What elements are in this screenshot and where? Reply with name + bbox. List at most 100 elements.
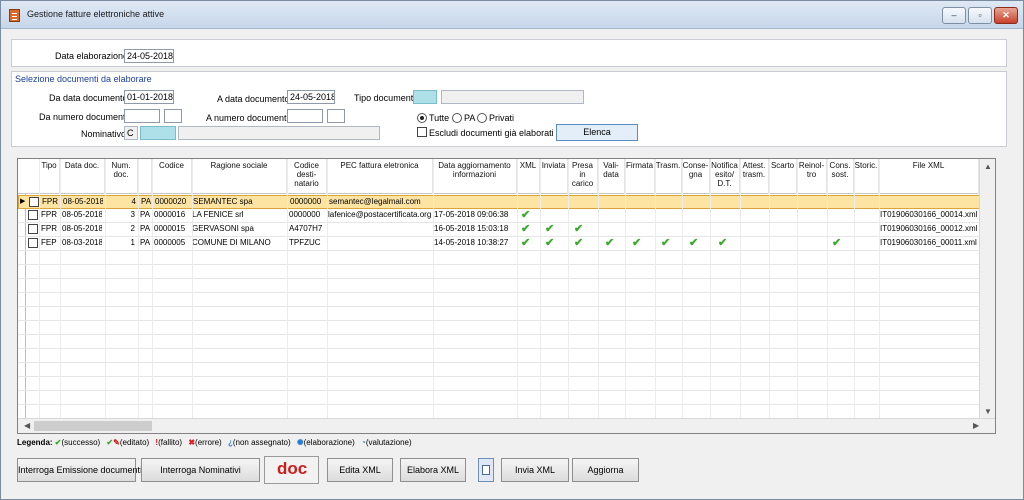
a-numero-suffix-field[interactable] — [327, 109, 345, 123]
aggiorna-button[interactable]: Aggiorna — [572, 458, 639, 482]
scroll-right-icon[interactable]: ▶ — [973, 421, 979, 430]
column-divider — [192, 159, 193, 419]
col-xml[interactable]: XML — [517, 159, 540, 194]
table-row[interactable] — [18, 377, 980, 391]
minimize-button[interactable]: – — [942, 7, 966, 24]
a-numero-field[interactable] — [287, 109, 323, 123]
col-codice[interactable]: Codice — [152, 159, 192, 194]
table-row[interactable] — [18, 405, 980, 419]
elabora-xml-button[interactable]: Elabora XML — [400, 458, 466, 482]
refresh-file-button[interactable] — [478, 458, 494, 482]
col-file-xml[interactable]: File XML — [879, 159, 979, 194]
col-num-doc[interactable]: Num. doc. — [105, 159, 138, 194]
legend-editato: (editato) — [119, 438, 150, 447]
da-data-field[interactable]: 01-01-2018 — [124, 90, 174, 104]
table-row[interactable] — [18, 307, 980, 321]
col-data-doc[interactable]: Data doc. — [60, 159, 105, 194]
table-row[interactable] — [18, 321, 980, 335]
cell-ragione-sociale: GERVASONI spa — [192, 224, 254, 233]
scroll-up-icon[interactable]: ▲ — [984, 162, 992, 171]
table-row[interactable]: FEP 08-03-2018 1 PA 0000005 COMUNE DI MILANO T… — [18, 237, 980, 251]
column-divider — [710, 159, 711, 419]
table-row[interactable]: FPR 08-05-2018 3 PA 0000016 LA FENICE srl 0000… — [18, 209, 980, 223]
table-row[interactable] — [18, 363, 980, 377]
radio-pa[interactable] — [452, 113, 462, 123]
column-divider — [598, 159, 599, 419]
interroga-emissione-button[interactable]: Interroga Emissione documenti — [17, 458, 142, 482]
close-button[interactable]: ✕ — [994, 7, 1018, 24]
col-notifica[interactable]: Notifica esito/ D.T. — [710, 159, 740, 194]
col-firmata[interactable]: Firmata — [625, 159, 655, 194]
scroll-left-icon[interactable]: ◀ — [24, 421, 30, 430]
col-trasm[interactable]: Trasm. — [655, 159, 682, 194]
tipo-documento-desc-field — [441, 90, 584, 104]
cell-ragione-sociale: COMUNE DI MILANO — [192, 238, 271, 247]
legend-valutazione: (valutazione) — [365, 438, 412, 447]
col-consegna[interactable]: Conse- gna — [682, 159, 710, 194]
scroll-down-icon[interactable]: ▼ — [984, 407, 992, 416]
horizontal-scrollbar[interactable]: ◀ ▶ — [18, 418, 995, 433]
scroll-thumb[interactable] — [34, 421, 152, 431]
row-select-checkbox[interactable] — [28, 224, 38, 234]
col-storic[interactable]: Storic. — [854, 159, 879, 194]
table-row[interactable]: FPR 08-05-2018 2 PA 0000015 GERVASONI spa A470… — [18, 223, 980, 237]
column-divider — [327, 159, 328, 419]
invia-xml-button[interactable]: Invia XML — [501, 458, 569, 482]
nominativo-code-field[interactable] — [140, 126, 176, 140]
elenca-button[interactable]: Elenca — [556, 124, 638, 141]
cell-num-doc: 2 — [130, 224, 135, 233]
escludi-checkbox[interactable] — [417, 127, 427, 137]
col-pa[interactable] — [138, 159, 152, 194]
window-title: Gestione fatture elettroniche attive — [27, 9, 165, 19]
maximize-button[interactable]: ▫ — [968, 7, 992, 24]
row-select-checkbox[interactable] — [28, 210, 38, 220]
da-data-label: Da data documento: — [49, 93, 131, 103]
success-icon: ✔ — [54, 438, 62, 447]
da-numero-field[interactable] — [124, 109, 160, 123]
col-tipo[interactable]: Tipo — [39, 159, 60, 194]
row-select-checkbox[interactable] — [29, 197, 39, 207]
table-row[interactable] — [18, 391, 980, 405]
cell-tipo: FPR — [42, 197, 58, 206]
column-divider — [517, 159, 518, 419]
col-scarto[interactable]: Scarto — [769, 159, 797, 194]
col-data-aggiornamento[interactable]: Data aggiornamento informazioni — [433, 159, 517, 194]
nominativo-label: Nominativo: — [81, 129, 129, 139]
col-presa-in-carico[interactable]: Presa in carico — [568, 159, 598, 194]
table-row[interactable]: ▶ FPR 08-05-2018 4 PA 0000020 SEMANTEC spa 0000… — [18, 195, 980, 209]
a-data-field[interactable]: 24-05-2018 — [287, 90, 335, 104]
col-cons-sost[interactable]: Cons. sost. — [827, 159, 854, 194]
tipo-documento-code-field[interactable] — [413, 90, 437, 104]
edita-xml-button[interactable]: Edita XML — [327, 458, 393, 482]
col-reinoltro[interactable]: Reinol- tro — [797, 159, 827, 194]
radio-tutte[interactable] — [417, 113, 427, 123]
success-check-icon: ✔ — [521, 223, 531, 235]
col-attest-trasm[interactable]: Attest. trasm. — [740, 159, 769, 194]
col-pec[interactable]: PEC fattura eletronica — [327, 159, 433, 194]
col-inviata[interactable]: Inviata — [540, 159, 568, 194]
title-bar: Gestione fatture elettroniche attive – ▫… — [1, 1, 1023, 29]
vertical-scrollbar[interactable]: ▲ ▼ — [979, 159, 995, 419]
table-row[interactable] — [18, 293, 980, 307]
da-numero-suffix-field[interactable] — [164, 109, 182, 123]
table-row[interactable] — [18, 349, 980, 363]
cell-file-xml: IT01906030166_00012.xml — [880, 224, 978, 233]
col-codice-destinatario[interactable]: Codice desti- natario — [287, 159, 327, 194]
interroga-nominativi-button[interactable]: Interroga Nominativi — [141, 458, 260, 482]
col-ragione-sociale[interactable]: Ragione sociale — [192, 159, 287, 194]
row-select-checkbox[interactable] — [28, 238, 38, 248]
column-divider — [433, 159, 434, 419]
column-divider — [655, 159, 656, 419]
radio-privati[interactable] — [477, 113, 487, 123]
table-row[interactable] — [18, 265, 980, 279]
cell-pec: semantec@legalmail.com — [329, 197, 421, 206]
nominativo-type-field[interactable]: C — [124, 126, 138, 140]
table-row[interactable] — [18, 279, 980, 293]
cell-codice-destinatario: 0000000 — [290, 197, 322, 206]
table-row[interactable] — [18, 335, 980, 349]
data-elaborazione-field[interactable]: 24-05-2018 — [124, 49, 174, 63]
table-row[interactable] — [18, 251, 980, 265]
col-validata[interactable]: Vali- data — [598, 159, 625, 194]
doc-button[interactable]: doc — [264, 456, 319, 484]
success-check-icon: ✔ — [521, 237, 531, 249]
